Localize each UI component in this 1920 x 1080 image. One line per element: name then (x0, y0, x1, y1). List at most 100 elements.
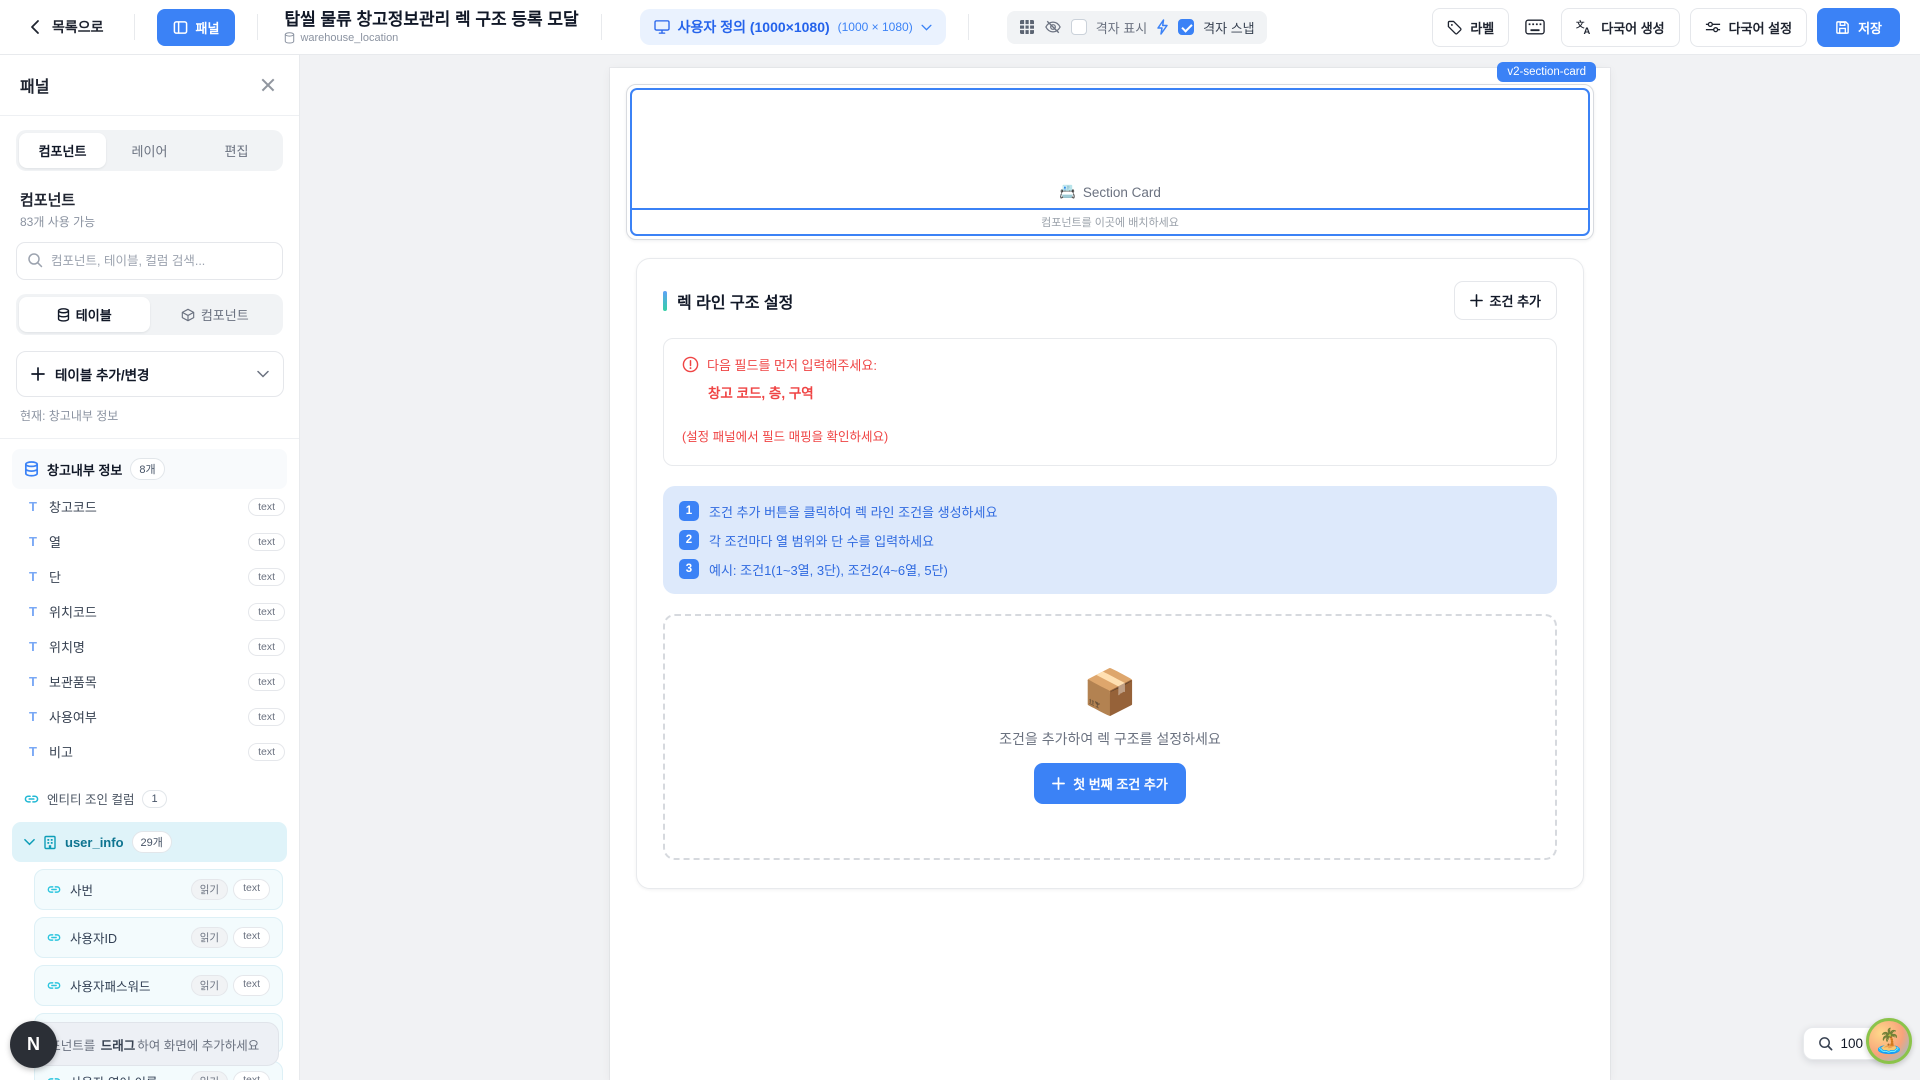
component-drop-zone[interactable]: 컴포넌트를 이곳에 배치하세요 (630, 210, 1590, 236)
components-count: 83개 사용 가능 (20, 213, 279, 230)
building-icon (43, 835, 57, 850)
panel-title: 패널 (20, 73, 49, 97)
field-type-badge: text (248, 673, 285, 691)
components-heading: 컴포넌트 (20, 189, 279, 210)
search-input[interactable] (16, 242, 283, 280)
field-row[interactable]: T사용여부text (0, 699, 299, 734)
translate-icon: 文A (1576, 19, 1593, 35)
link-icon (47, 981, 61, 990)
field-type-badge: text (248, 568, 285, 586)
add-condition-button[interactable]: 조건 추가 (1454, 281, 1557, 320)
field-type-badge: text (248, 498, 285, 516)
database-icon (57, 308, 70, 322)
field-type-badge: text (233, 879, 270, 900)
close-icon[interactable] (257, 74, 279, 96)
entity-name: user_info (65, 835, 124, 850)
field-name: 보관품목 (49, 672, 97, 691)
section-card-component[interactable]: 📇 Section Card 컴포넌트를 이곳에 배치하세요 (626, 84, 1594, 240)
text-type-icon: T (26, 744, 40, 759)
panel-tabs: 컴포넌트 레이어 편집 (16, 130, 283, 171)
i18n-generate-button[interactable]: 文A 다국어 생성 (1561, 8, 1679, 47)
readonly-badge: 읽기 (191, 879, 228, 900)
page-title: 탑씰 물류 창고정보관리 렉 구조 등록 모달 (284, 10, 578, 30)
keyboard-shortcuts-button[interactable] (1519, 13, 1551, 41)
table-group-header[interactable]: 창고내부 정보 8개 (12, 449, 287, 489)
field-row[interactable]: T위치코드text (0, 594, 299, 629)
component-tag-tooltip: v2-section-card (1497, 62, 1596, 82)
document-title-block: 탑씰 물류 창고정보관리 렉 구조 등록 모달 warehouse_locati… (284, 10, 578, 44)
viewport-label: 사용자 정의 (1000×1080) (678, 17, 830, 37)
link-icon (47, 885, 61, 894)
section-card-body[interactable]: 📇 Section Card (630, 88, 1590, 210)
tab-layers[interactable]: 레이어 (106, 133, 193, 168)
field-name: 창고코드 (49, 497, 97, 516)
panel-button-label: 패널 (196, 18, 220, 37)
tab-tables[interactable]: 테이블 (19, 297, 150, 332)
field-name: 사용여부 (49, 707, 97, 726)
viewport-size-selector[interactable]: 사용자 정의 (1000×1080) (1000 × 1080) (640, 9, 946, 45)
arrow-left-icon (28, 19, 44, 35)
step-number: 1 (679, 501, 699, 521)
database-icon (24, 461, 39, 477)
join-field-name: 사용자패스워드 (70, 976, 151, 995)
section-card-label: Section Card (1083, 185, 1161, 200)
join-count-badge: 1 (142, 790, 166, 808)
join-field-row[interactable]: 사번 읽기text (34, 869, 283, 910)
tab-components-source[interactable]: 컴포넌트 (150, 297, 281, 332)
package-icon: 📦 (1083, 671, 1138, 715)
field-row[interactable]: T위치명text (0, 629, 299, 664)
back-label: 목록으로 (52, 17, 104, 37)
island-badge-icon[interactable]: 🏝️ (1866, 1018, 1912, 1064)
drag-hint-bold: 드래그 (101, 1039, 136, 1053)
join-field-row[interactable]: 사용자ID 읽기text (34, 917, 283, 958)
field-row[interactable]: T창고코드text (0, 489, 299, 524)
step-row: 1 조건 추가 버튼을 클릭하여 렉 라인 조건을 생성하세요 (679, 501, 1541, 521)
step-row: 3 예시: 조건1(1~3열, 3단), 조건2(4~6열, 5단) (679, 559, 1541, 579)
tab-edit[interactable]: 편집 (193, 133, 280, 168)
design-canvas[interactable]: v2-section-card 📇 Section Card 컴포넌트를 이곳에… (610, 68, 1610, 1080)
step-number: 2 (679, 530, 699, 550)
readonly-badge: 읽기 (191, 1071, 228, 1080)
source-tabs: 테이블 컴포넌트 (16, 294, 283, 335)
label-button[interactable]: 라벨 (1432, 8, 1509, 47)
panel-toggle-button[interactable]: 패널 (157, 9, 236, 46)
join-field-row[interactable]: 사용자패스워드 읽기text (34, 965, 283, 1006)
join-field-name: 사용자ID (70, 928, 117, 947)
database-icon (284, 32, 295, 44)
field-row[interactable]: T보관품목text (0, 664, 299, 699)
grid-show-checkbox[interactable] (1071, 19, 1087, 35)
i18n-settings-button[interactable]: 다국어 설정 (1690, 8, 1807, 47)
field-row[interactable]: T단text (0, 559, 299, 594)
add-first-condition-button[interactable]: 첫 번째 조건 추가 (1034, 763, 1186, 804)
field-name: 위치코드 (49, 602, 97, 621)
i18n-settings-label: 다국어 설정 (1729, 18, 1792, 37)
text-type-icon: T (26, 639, 40, 654)
divider (968, 14, 969, 40)
save-icon (1835, 20, 1850, 35)
add-table-button[interactable]: 테이블 추가/변경 (16, 351, 284, 397)
grid-snap-label: 격자 스냅 (1203, 18, 1254, 37)
field-type-badge: text (248, 638, 285, 656)
divider (601, 14, 602, 40)
label-button-text: 라벨 (1470, 18, 1494, 37)
plus-icon (1470, 294, 1483, 307)
save-button[interactable]: 저장 (1817, 8, 1900, 47)
tab-components[interactable]: 컴포넌트 (19, 133, 106, 168)
link-icon (47, 933, 61, 942)
add-table-label: 테이블 추가/변경 (55, 364, 149, 384)
grid-snap-checkbox[interactable] (1178, 19, 1194, 35)
entity-user-info[interactable]: user_info 29개 (12, 822, 287, 862)
grid-icon (1019, 19, 1035, 35)
island-emoji: 🏝️ (1874, 1027, 1904, 1056)
plus-icon (31, 367, 45, 381)
field-row[interactable]: T열text (0, 524, 299, 559)
card-index-icon: 📇 (1059, 184, 1076, 200)
join-field-name: 사번 (70, 880, 93, 899)
instruction-steps: 1 조건 추가 버튼을 클릭하여 렉 라인 조건을 생성하세요 2 각 조건마다… (663, 486, 1557, 594)
field-row[interactable]: T비고text (0, 734, 299, 769)
conditions-empty-state: 📦 조건을 추가하여 렉 구조를 설정하세요 첫 번째 조건 추가 (663, 614, 1557, 860)
text-type-icon: T (26, 534, 40, 549)
field-name: 단 (49, 567, 61, 586)
divider (0, 438, 299, 439)
back-to-list-button[interactable]: 목록으로 (20, 11, 112, 43)
